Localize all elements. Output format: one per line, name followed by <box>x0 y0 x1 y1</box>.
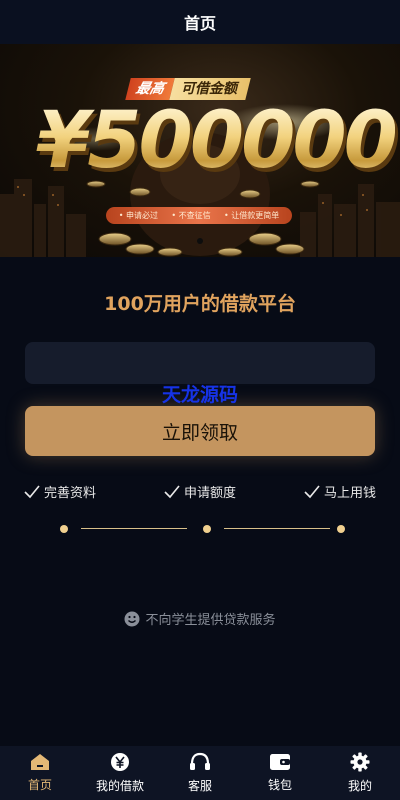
smiley-icon <box>124 611 140 626</box>
process-steps: 完善资料 申请额度 马上用钱 <box>0 482 400 501</box>
step-label: 马上用钱 <box>323 486 376 501</box>
tab-label: 客服 <box>187 779 212 793</box>
page-title: 首页 <box>183 14 216 33</box>
progress-dot <box>337 525 345 533</box>
progress-line <box>81 528 187 529</box>
step-apply-limit: 申请额度 <box>164 482 236 501</box>
check-icon <box>24 484 40 498</box>
apply-now-button[interactable]: 立即领取 <box>25 406 375 456</box>
step-label: 申请额度 <box>183 486 236 501</box>
step-progress <box>0 523 400 535</box>
step-complete-profile: 完善资料 <box>24 482 96 501</box>
tab-label: 钱包 <box>267 778 292 792</box>
carousel-indicator[interactable] <box>197 238 203 244</box>
feature-item: • 让借款更简单 <box>224 211 280 220</box>
yuan-icon <box>111 753 129 771</box>
feature-pill: • 申请必过 • 不查征信 • 让借款更简单 <box>106 207 292 224</box>
progress-line <box>224 528 330 529</box>
check-icon <box>304 484 320 498</box>
top-bar: 首页 <box>0 0 400 44</box>
tab-label: 首页 <box>27 778 52 792</box>
step-use-money: 马上用钱 <box>304 482 376 501</box>
max-amount: ¥500000 <box>36 96 398 186</box>
watermark-text: 天龙源码 <box>161 384 238 406</box>
feature-item: • 申请必过 <box>118 211 158 220</box>
check-icon <box>164 484 180 498</box>
promo-banner[interactable]: 最高 可借金额 ¥500000 ¥500000 • 申请必过 • 不查征信 • … <box>0 44 400 257</box>
feature-item: • 不查征信 <box>171 211 211 220</box>
tab-my-loans[interactable]: 我的借款 <box>80 746 160 800</box>
bottom-tab-bar: 首页 我的借款 客服 钱包 我的 <box>0 746 400 800</box>
wallet-icon <box>270 754 290 770</box>
amount-input[interactable] <box>25 342 375 384</box>
progress-dot <box>203 525 211 533</box>
home-icon <box>31 754 49 770</box>
tab-customer-service[interactable]: 客服 <box>160 746 240 800</box>
tab-label: 我的 <box>347 779 372 793</box>
step-label: 完善资料 <box>44 486 97 501</box>
tab-wallet[interactable]: 钱包 <box>240 746 320 800</box>
tab-home[interactable]: 首页 <box>0 746 80 800</box>
progress-dot <box>60 525 68 533</box>
student-notice: 不向学生提供贷款服务 <box>0 609 400 628</box>
tab-profile[interactable]: 我的 <box>320 746 400 800</box>
platform-headline: 100万用户的借款平台 <box>104 293 296 315</box>
notice-text: 不向学生提供贷款服务 <box>145 613 276 628</box>
tab-label: 我的借款 <box>95 779 144 793</box>
gear-icon <box>350 752 370 772</box>
headset-icon <box>190 752 210 770</box>
